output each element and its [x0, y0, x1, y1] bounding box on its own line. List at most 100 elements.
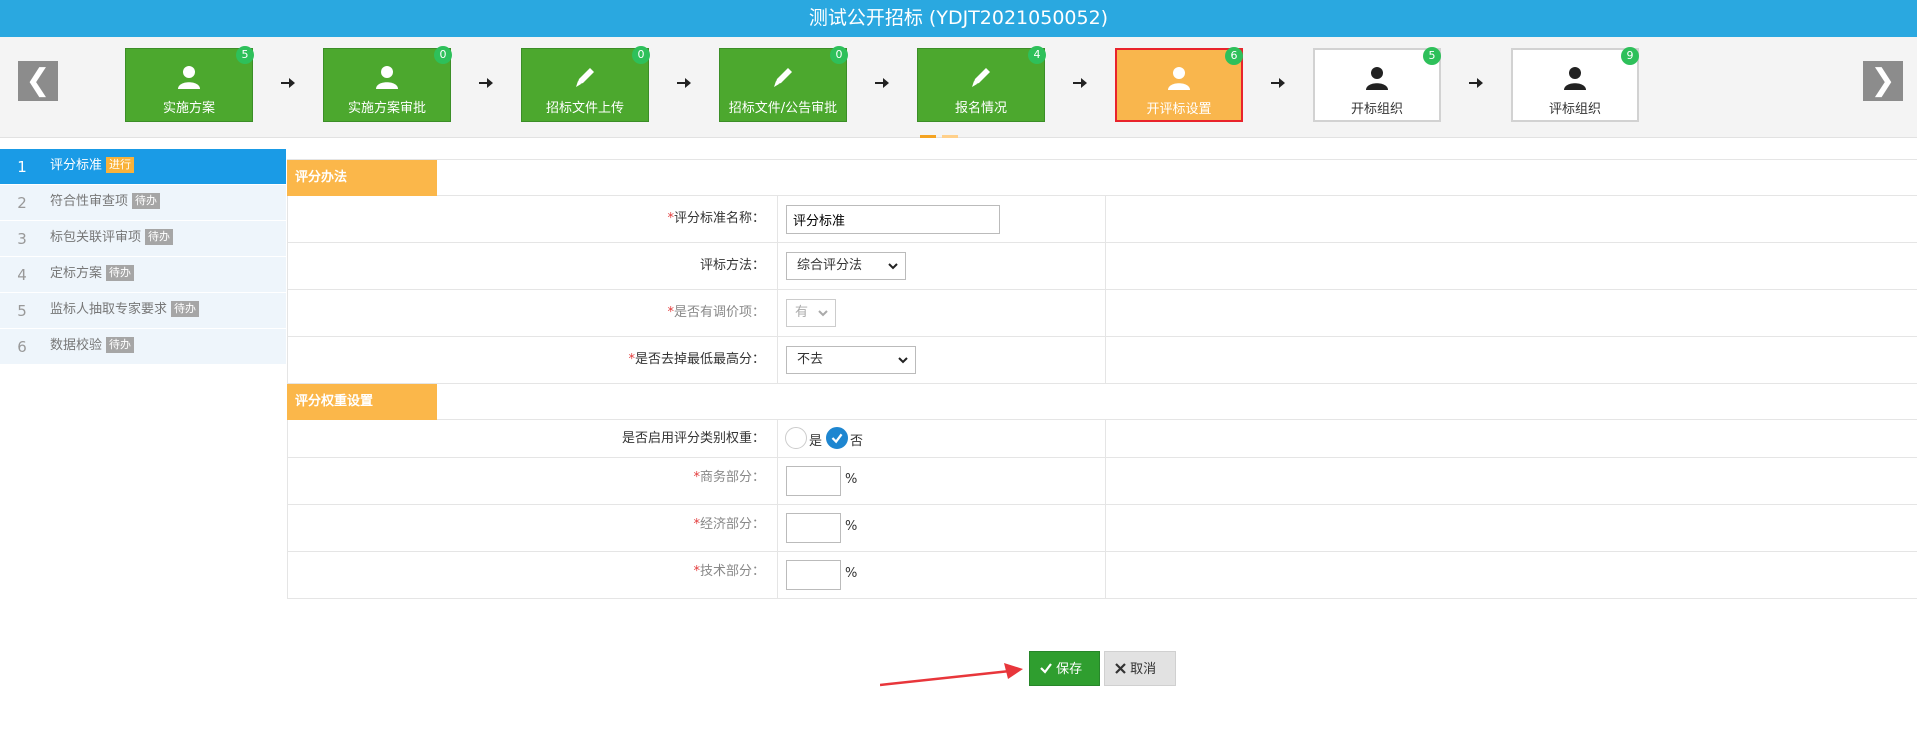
sidebar-item-compliance-review[interactable]: 2 符合性审查项 待办	[0, 185, 286, 221]
pager-dot-active[interactable]	[920, 135, 936, 138]
economy-weight-input[interactable]	[786, 513, 841, 543]
field-value-cell: %	[778, 552, 1106, 598]
pager-dot[interactable]	[942, 135, 958, 138]
field-label-text: 评分标准名称：	[673, 211, 765, 226]
arrow-right-icon	[281, 78, 295, 88]
sidebar-item-number: 3	[17, 230, 27, 248]
step-badge: 5	[236, 46, 254, 64]
sidebar-item-label: 评分标准	[50, 158, 103, 173]
field-label: *是否有调价项：	[288, 290, 778, 336]
status-badge: 待办	[132, 193, 161, 209]
sidebar-item-number: 5	[17, 302, 27, 320]
field-label-text: 是否有调价项：	[673, 305, 765, 320]
form-row-standard-name: *评分标准名称：	[287, 196, 1917, 243]
step-plan-approval[interactable]: 实施方案审批 0	[323, 46, 452, 122]
user-icon	[1168, 67, 1190, 90]
select-value: 不去	[797, 352, 824, 367]
close-icon	[1115, 663, 1126, 674]
chevron-down-icon	[888, 263, 898, 270]
section-weight-settings: 评分权重设置	[287, 384, 1917, 420]
select-value: 综合评分法	[797, 258, 863, 273]
method-select[interactable]: 综合评分法	[786, 252, 906, 280]
field-label: 评标方法：	[288, 243, 778, 289]
arrow-right-icon	[479, 78, 493, 88]
step-badge: 5	[1423, 47, 1441, 65]
field-label-text: 商务部分：	[699, 470, 765, 485]
arrow-right-icon	[677, 78, 691, 88]
standard-name-input[interactable]	[786, 205, 1000, 234]
field-label: *经济部分：	[288, 505, 778, 551]
step-registration[interactable]: 报名情况 4	[917, 46, 1046, 122]
form-row-adjust: *是否有调价项： 有	[287, 290, 1917, 337]
form-row-enable-weight: 是否启用评分类别权重： 是 否	[287, 420, 1917, 458]
step-badge: 0	[434, 46, 452, 64]
pager-dots	[920, 127, 964, 142]
step-evaluation-settings[interactable]: 开评标设置 6	[1115, 47, 1243, 122]
arrow-right-icon	[1469, 78, 1483, 88]
field-value-cell: %	[778, 505, 1106, 551]
status-badge: 待办	[171, 301, 200, 317]
sidebar-item-expert-requirements[interactable]: 5 监标人抽取专家要求 待办	[0, 293, 286, 329]
step-label: 开标组织	[1350, 102, 1403, 117]
arrow-right-icon	[875, 78, 889, 88]
form-row-business: *商务部分： %	[287, 458, 1917, 505]
sidebar-item-label: 监标人抽取专家要求	[50, 302, 168, 317]
section-scoring-method: 评分办法	[287, 160, 1917, 196]
cancel-button[interactable]: 取消	[1104, 651, 1176, 686]
field-value-cell: 综合评分法	[778, 243, 1106, 289]
field-label-text: 技术部分：	[699, 564, 765, 579]
status-badge: 进行	[106, 157, 135, 173]
step-badge: 9	[1621, 47, 1639, 65]
step-implementation-plan[interactable]: 实施方案 5	[125, 46, 254, 122]
sidebar-item-label: 定标方案	[50, 266, 103, 281]
sidebar-item-number: 6	[17, 338, 27, 356]
sidebar-item-scoring-standard[interactable]: 1 评分标准 进行	[0, 149, 286, 185]
business-weight-input[interactable]	[786, 466, 841, 496]
field-value-cell: 有	[778, 290, 1106, 336]
sidebar-item-award-plan[interactable]: 4 定标方案 待办	[0, 257, 286, 293]
step-evaluation-org[interactable]: 评标组织 9	[1511, 47, 1639, 122]
status-badge: 待办	[145, 229, 174, 245]
step-badge: 6	[1225, 47, 1243, 65]
step-label: 招标文件/公告审批	[728, 101, 838, 116]
radio-no-label: 否	[850, 434, 864, 449]
sidebar-item-number: 2	[17, 194, 27, 212]
step-bid-file-upload[interactable]: 招标文件上传 0	[521, 46, 650, 122]
tech-weight-input[interactable]	[786, 560, 841, 590]
prev-arrow-button[interactable]: ❮	[18, 61, 58, 101]
percent-sign: %	[845, 472, 858, 487]
field-label: *商务部分：	[288, 458, 778, 504]
user-icon	[178, 66, 200, 89]
radio-yes-label: 是	[809, 434, 823, 449]
section-title: 评分办法	[287, 160, 437, 196]
field-value-cell: %	[778, 458, 1106, 504]
field-label-text: 经济部分：	[699, 517, 765, 532]
form-row-economy: *经济部分： %	[287, 505, 1917, 552]
sidebar-item-package-review[interactable]: 3 标包关联评审项 待办	[0, 221, 286, 257]
adjust-select[interactable]: 有	[786, 299, 836, 327]
field-value-cell: 不去	[778, 337, 1106, 383]
radio-yes[interactable]	[785, 427, 807, 449]
next-arrow-button[interactable]: ❯	[1863, 61, 1903, 101]
field-label: *技术部分：	[288, 552, 778, 598]
remove-extremes-select[interactable]: 不去	[786, 346, 916, 374]
step-badge: 4	[1028, 46, 1046, 64]
field-label: *评分标准名称：	[288, 196, 778, 242]
status-badge: 待办	[106, 265, 135, 281]
status-badge: 待办	[106, 337, 135, 353]
step-bid-file-approval[interactable]: 招标文件/公告审批 0	[719, 46, 848, 122]
step-label: 招标文件上传	[545, 101, 624, 116]
sidebar-item-data-validation[interactable]: 6 数据校验 待办	[0, 329, 286, 365]
field-label: *是否去掉最低最高分：	[288, 337, 778, 383]
save-button[interactable]: 保存	[1029, 651, 1100, 686]
radio-no[interactable]	[826, 427, 848, 449]
step-label: 实施方案	[162, 101, 215, 116]
sidebar-item-number: 4	[17, 266, 27, 284]
step-label: 实施方案审批	[347, 101, 426, 116]
field-label: 是否启用评分类别权重：	[288, 420, 778, 457]
section-title: 评分权重设置	[287, 384, 437, 420]
pencil-icon	[576, 68, 594, 87]
sidebar: 1 评分标准 进行 2 符合性审查项 待办 3 标包关联评审项 待办 4 定标方案 待办…	[0, 149, 286, 365]
user-icon	[376, 66, 398, 89]
step-bid-opening[interactable]: 开标组织 5	[1313, 47, 1441, 122]
